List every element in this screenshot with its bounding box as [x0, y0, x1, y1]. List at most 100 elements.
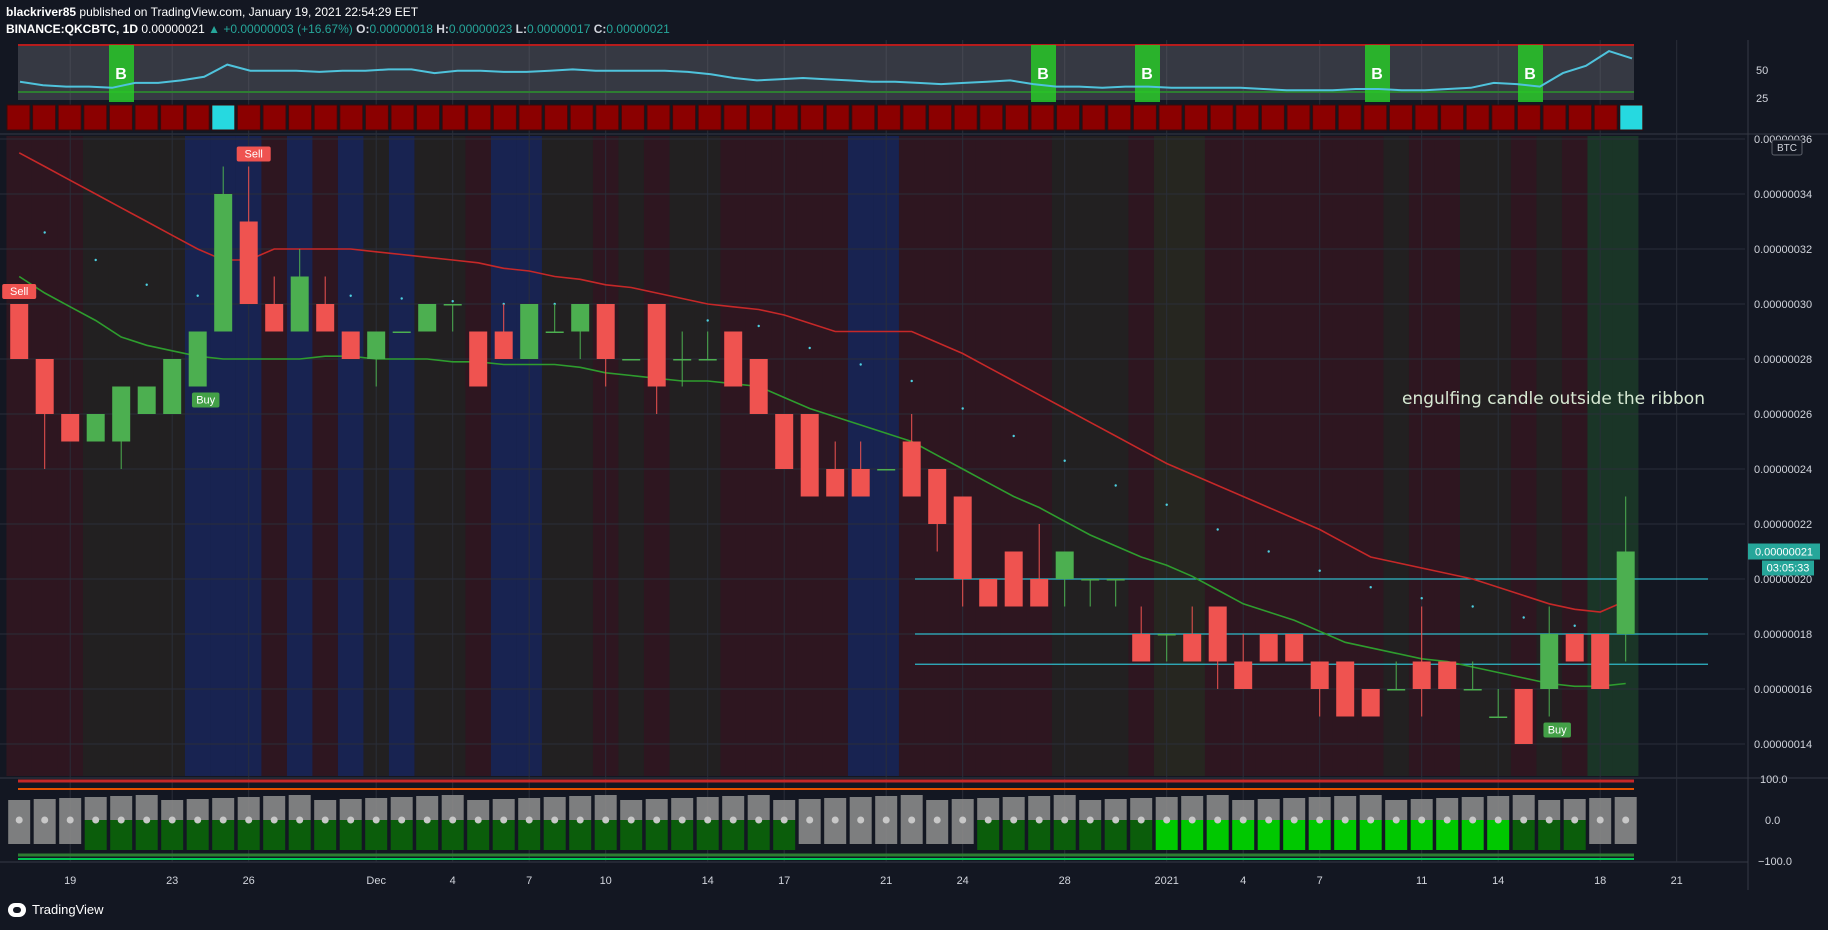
candle-body[interactable] [1030, 579, 1049, 607]
candle-body[interactable] [1336, 661, 1355, 717]
price-tick-label: 0.00000018 [1754, 629, 1812, 641]
candle-body[interactable] [86, 414, 105, 442]
histogram-green-bar [1053, 820, 1076, 850]
candle-body[interactable] [265, 304, 284, 332]
candle-body[interactable] [1591, 634, 1610, 689]
candle-body[interactable] [1489, 716, 1508, 719]
trend-dot [859, 363, 862, 366]
candle-body[interactable] [1106, 579, 1125, 581]
candle-body[interactable] [1412, 661, 1431, 690]
candle-body[interactable] [571, 304, 590, 332]
trend-dot [349, 294, 352, 297]
chart-canvas[interactable]: 0.000000360.000000340.000000320.00000030… [0, 0, 1828, 930]
candle-body[interactable] [443, 304, 462, 306]
ribbon-band [184, 136, 211, 776]
histogram-green-bar [569, 820, 592, 850]
candle-body[interactable] [1310, 661, 1329, 690]
histogram-green-bar [1155, 820, 1178, 850]
ribbon-band [261, 136, 287, 776]
annotation-text: engulfing candle outside the ribbon [1402, 389, 1705, 409]
candle-body[interactable] [800, 414, 819, 497]
ribbon-band [82, 136, 109, 776]
time-tick-label: 4 [1240, 875, 1246, 887]
candle-body[interactable] [928, 469, 947, 524]
candle-body[interactable] [698, 359, 717, 361]
symbol-label[interactable]: BINANCE:QKCBTC, 1D [6, 22, 138, 36]
candle-body[interactable] [1055, 551, 1074, 580]
time-tick-label: 7 [1317, 875, 1323, 887]
candle-body[interactable] [953, 496, 972, 580]
candle-body[interactable] [163, 359, 182, 414]
candle-body[interactable] [749, 359, 768, 414]
histogram-green-bar [1028, 820, 1051, 850]
candle-body[interactable] [851, 469, 870, 497]
candle-body[interactable] [290, 276, 309, 332]
candle-body[interactable] [1463, 689, 1482, 691]
candle-body[interactable] [469, 331, 488, 387]
candle-body[interactable] [877, 469, 896, 471]
zero-dot [1316, 816, 1324, 824]
candle-body[interactable] [1616, 551, 1635, 635]
time-tick-label: 14 [1492, 875, 1504, 887]
candle-body[interactable] [1540, 634, 1559, 689]
candle-body[interactable] [1183, 634, 1202, 662]
candle-body[interactable] [622, 359, 641, 361]
zero-dot [347, 816, 355, 824]
ribbon-band [567, 136, 593, 776]
candle-body[interactable] [112, 386, 131, 442]
candle-body[interactable] [673, 359, 692, 361]
candle-body[interactable] [520, 304, 539, 359]
time-tick-label: 23 [166, 875, 178, 887]
candle-body[interactable] [418, 304, 437, 332]
last-price: 0.00000021 [141, 22, 205, 36]
ribbon-band [720, 136, 746, 776]
candle-body[interactable] [188, 331, 207, 387]
candle-body[interactable] [1438, 661, 1457, 690]
candle-body[interactable] [392, 331, 411, 334]
candle-body[interactable] [545, 331, 564, 334]
candle-body[interactable] [1259, 634, 1278, 662]
ribbon-band [6, 136, 32, 776]
zero-dot [143, 816, 151, 824]
zero-dot [525, 816, 533, 824]
candle-body[interactable] [647, 304, 666, 387]
open-value: 0.00000018 [369, 22, 433, 36]
candle-body[interactable] [137, 386, 156, 415]
candle-body[interactable] [494, 331, 513, 360]
candle-body[interactable] [902, 441, 921, 497]
candle-body[interactable] [1565, 634, 1584, 662]
candle-body[interactable] [826, 469, 845, 497]
candle-body[interactable] [1234, 661, 1253, 690]
histogram-green-bar [620, 820, 643, 850]
candle-body[interactable] [775, 414, 794, 469]
candle-body[interactable] [596, 304, 615, 359]
price-tick-label: 0.00000034 [1754, 189, 1812, 201]
candle-body[interactable] [61, 414, 80, 442]
zero-dot [92, 816, 100, 824]
candle-body[interactable] [367, 331, 386, 360]
candle-body[interactable] [10, 304, 29, 359]
signal-strip-cell [569, 104, 594, 131]
candle-body[interactable] [35, 359, 54, 414]
histogram-grey-bar [1359, 795, 1382, 820]
candle-body[interactable] [1285, 634, 1304, 662]
candle-body[interactable] [724, 331, 743, 387]
candle-body[interactable] [1514, 689, 1533, 744]
histogram-green-bar [365, 820, 388, 850]
candle-body[interactable] [1081, 579, 1100, 581]
candle-body[interactable] [1387, 689, 1406, 691]
candle-body[interactable] [1208, 606, 1227, 662]
candle-body[interactable] [1157, 634, 1176, 636]
tradingview-logo[interactable]: TradingView [8, 902, 104, 917]
candle-body[interactable] [1132, 634, 1151, 662]
candle-body[interactable] [341, 331, 360, 360]
publisher-name[interactable]: blackriver85 [6, 5, 76, 19]
time-tick-label: Dec [366, 875, 386, 887]
candle-body[interactable] [1004, 551, 1023, 607]
candle-body[interactable] [1361, 689, 1380, 717]
candle-body[interactable] [979, 579, 998, 607]
candle-body[interactable] [214, 194, 233, 332]
signal-strip-cell [595, 104, 620, 131]
candle-body[interactable] [239, 221, 258, 305]
candle-body[interactable] [316, 304, 335, 332]
